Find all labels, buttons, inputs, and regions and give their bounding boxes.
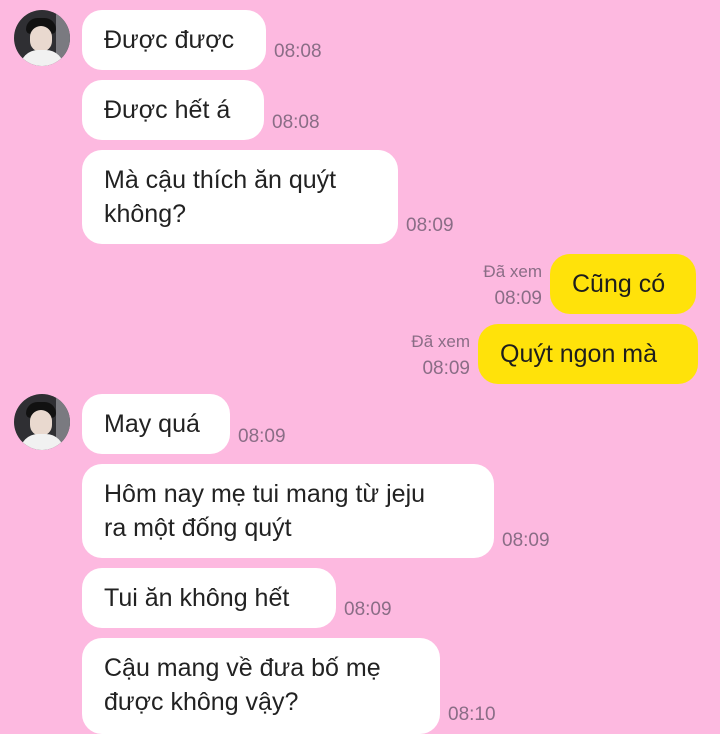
message-bubble[interactable]: Tui ăn không hết — [82, 568, 336, 628]
message-bubble-outgoing[interactable]: Quýt ngon mà — [478, 324, 698, 384]
message-bubble-outgoing[interactable]: Cũng có — [550, 254, 696, 314]
message-time: 08:09 — [422, 358, 470, 379]
message-time: 08:09 — [238, 426, 286, 447]
sender-avatar[interactable] — [14, 394, 70, 450]
message-bubble[interactable]: Hôm nay mẹ tui mang từ jeju ra một đống … — [82, 464, 494, 558]
message-time: 08:09 — [494, 288, 542, 309]
message-time: 08:10 — [448, 704, 496, 725]
seen-status: Đã xem — [411, 332, 470, 351]
message-bubble[interactable]: May quá — [82, 394, 230, 454]
message-time: 08:09 — [344, 599, 392, 620]
message-time: 08:08 — [272, 112, 320, 133]
message-bubble[interactable]: Mà cậu thích ăn quýt không? — [82, 150, 398, 244]
message-bubble[interactable]: Cậu mang về đưa bố mẹ được không vậy? — [82, 638, 440, 734]
sender-avatar[interactable] — [14, 10, 70, 66]
seen-status: Đã xem — [483, 262, 542, 281]
message-time: 08:08 — [274, 41, 322, 62]
message-time: 08:09 — [502, 530, 550, 551]
message-time: 08:09 — [406, 215, 454, 236]
message-bubble[interactable]: Được hết á — [82, 80, 264, 140]
message-bubble[interactable]: Được được — [82, 10, 266, 70]
